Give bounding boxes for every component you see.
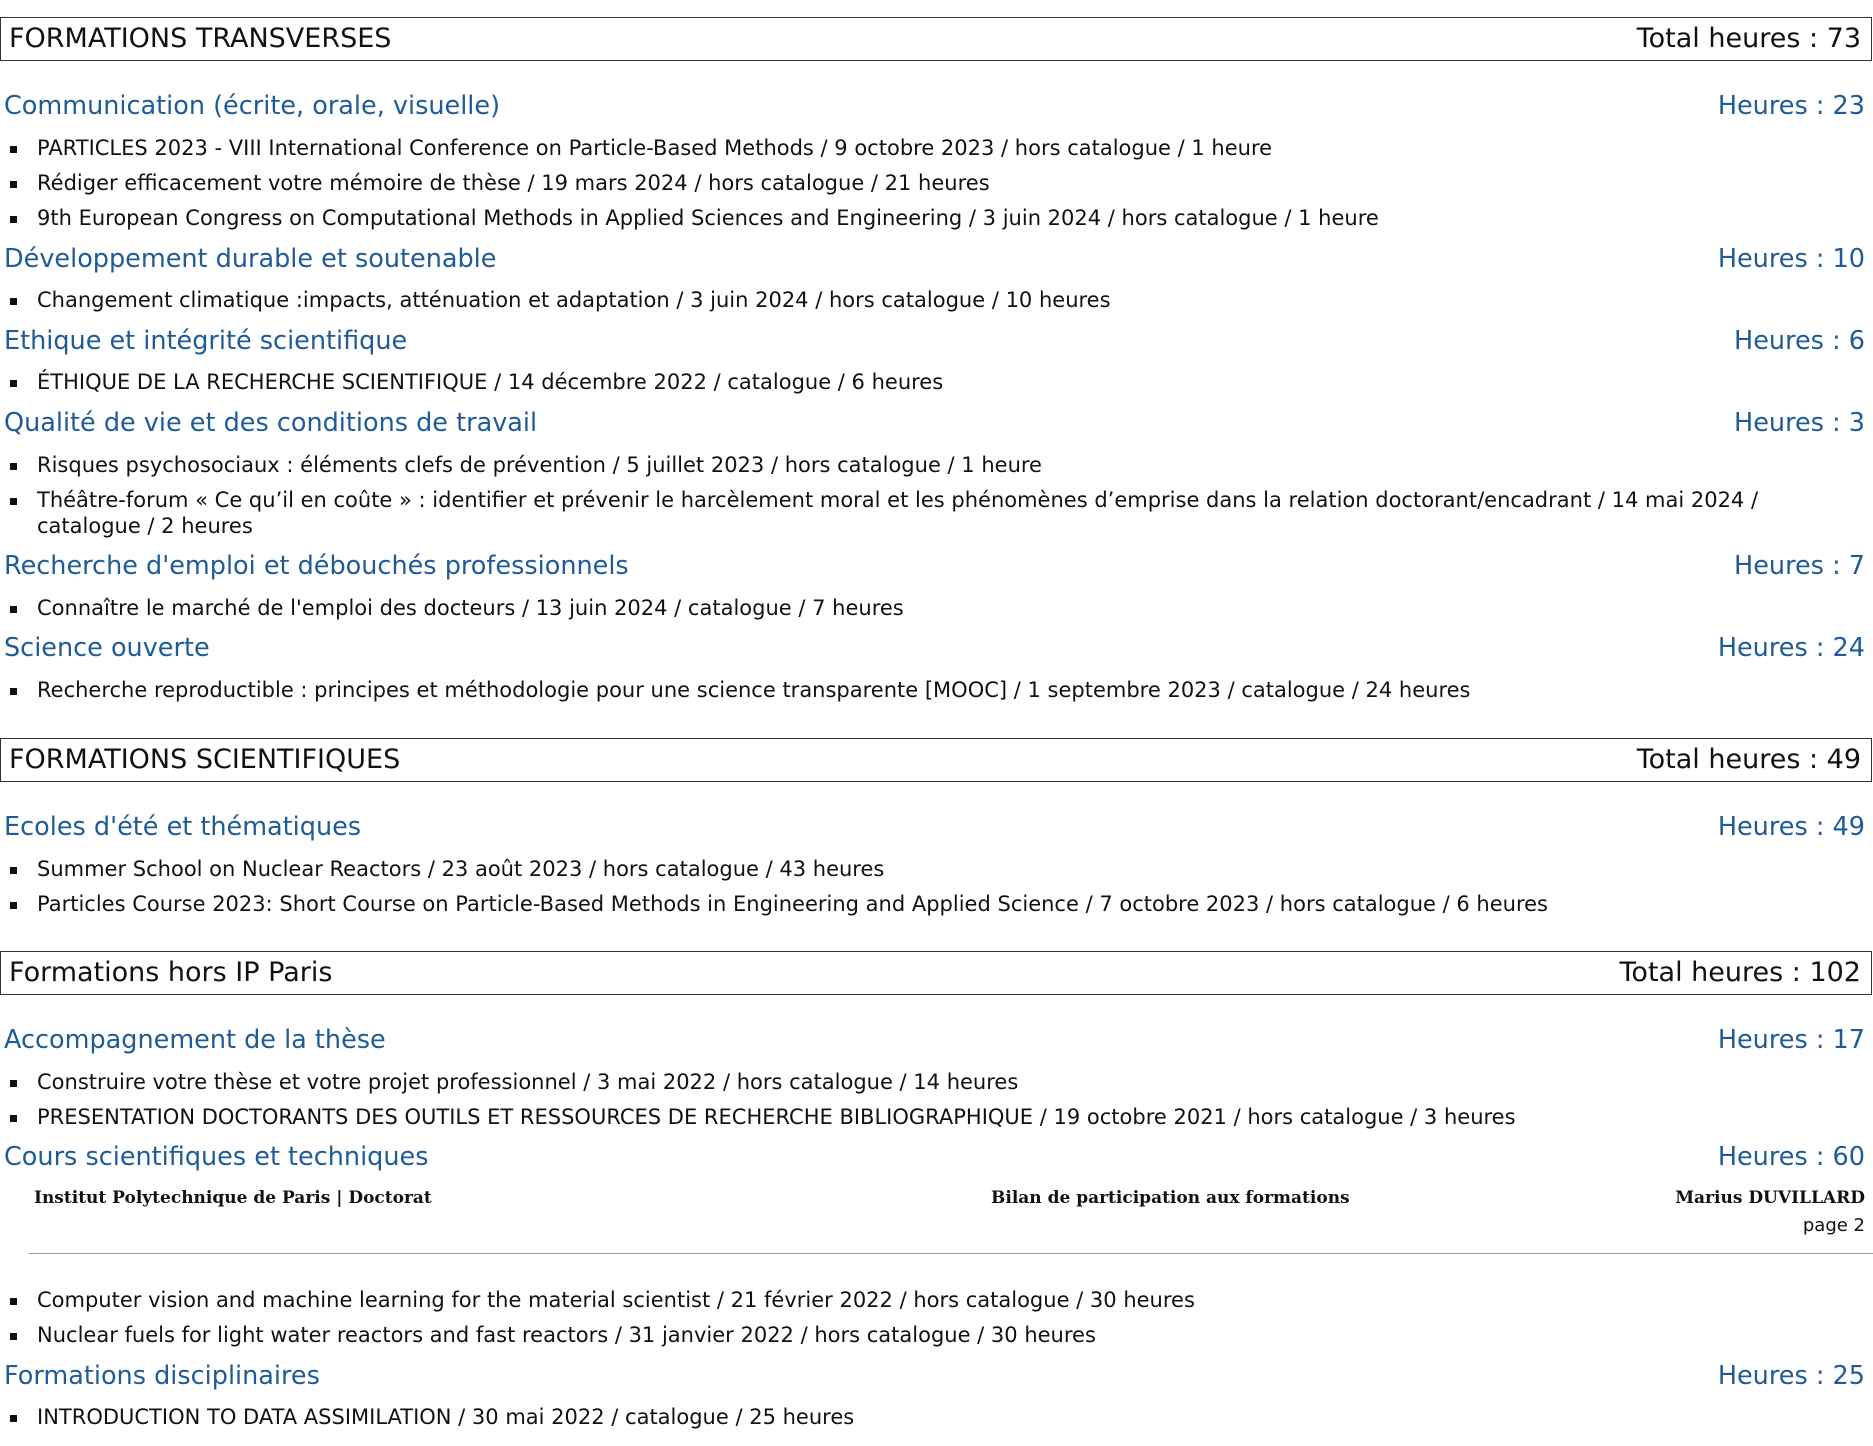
category-hours: Heures : 60 xyxy=(1717,1142,1865,1172)
list-item: PARTICLES 2023 - VIII International Conf… xyxy=(8,135,1861,161)
bullet-icon xyxy=(10,606,17,613)
bullet-icon xyxy=(10,380,17,387)
category-hours: Heures : 3 xyxy=(1734,408,1865,438)
item-text: Changement climatique :impacts, atténuat… xyxy=(37,288,1111,312)
category-title: Communication (écrite, orale, visuelle) xyxy=(4,91,501,121)
footer-institution: Institut Polytechnique de Paris | Doctor… xyxy=(34,1188,432,1208)
list-item: Construire votre thèse et votre projet p… xyxy=(8,1069,1861,1095)
item-text: Théâtre-forum « Ce qu’il en coûte » : id… xyxy=(37,488,1759,538)
list-item: 9th European Congress on Computational M… xyxy=(8,205,1861,231)
bullet-icon xyxy=(10,1298,17,1305)
list-item: Changement climatique :impacts, atténuat… xyxy=(8,287,1861,313)
category-title: Ethique et intégrité scientifique xyxy=(4,326,408,356)
item-text: ÉTHIQUE DE LA RECHERCHE SCIENTIFIQUE / 1… xyxy=(37,370,944,394)
section-total-hours: Total heures : 49 xyxy=(1636,744,1861,775)
footer-person: Marius DUVILLARD xyxy=(1675,1188,1865,1208)
list-item: Nuclear fuels for light water reactors a… xyxy=(8,1322,1861,1348)
list-item: Risques psychosociaux : éléments clefs d… xyxy=(8,452,1861,478)
list-item: Connaître le marché de l'emploi des doct… xyxy=(8,595,1861,621)
footer-document-title: Bilan de participation aux formations xyxy=(991,1188,1350,1208)
bullet-icon xyxy=(10,146,17,153)
bullet-icon xyxy=(10,216,17,223)
item-text: Summer School on Nuclear Reactors / 23 a… xyxy=(37,857,885,881)
section-total-hours: Total heures : 73 xyxy=(1636,23,1861,54)
category-title: Ecoles d'été et thématiques xyxy=(4,812,362,842)
bullet-icon xyxy=(10,498,17,505)
category-title: Science ouverte xyxy=(4,633,210,663)
section-header-transverses: FORMATIONS TRANSVERSES Total heures : 73 xyxy=(0,17,1872,61)
item-text: Risques psychosociaux : éléments clefs d… xyxy=(37,453,1042,477)
footer-page-number: page 2 xyxy=(1802,1215,1865,1236)
list-item: Computer vision and machine learning for… xyxy=(8,1287,1861,1313)
section-title: Formations hors IP Paris xyxy=(9,957,333,988)
category-hours: Heures : 17 xyxy=(1717,1025,1865,1055)
category-title: Accompagnement de la thèse xyxy=(4,1025,386,1055)
bullet-icon xyxy=(10,902,17,909)
item-text: Rédiger efficacement votre mémoire de th… xyxy=(37,171,990,195)
list-item: Rédiger efficacement votre mémoire de th… xyxy=(8,170,1861,196)
bullet-icon xyxy=(10,298,17,305)
bullet-icon xyxy=(10,1115,17,1122)
section-header-scientifiques: FORMATIONS SCIENTIFIQUES Total heures : … xyxy=(0,738,1872,782)
bullet-icon xyxy=(10,867,17,874)
footer-divider xyxy=(29,1253,1873,1254)
item-text: Particles Course 2023: Short Course on P… xyxy=(37,892,1548,916)
item-text: INTRODUCTION TO DATA ASSIMILATION / 30 m… xyxy=(37,1405,855,1429)
bullet-icon xyxy=(10,1415,17,1422)
category-title: Qualité de vie et des conditions de trav… xyxy=(4,408,538,438)
category-hours: Heures : 25 xyxy=(1717,1361,1865,1391)
category-hours: Heures : 10 xyxy=(1717,244,1865,274)
list-item: INTRODUCTION TO DATA ASSIMILATION / 30 m… xyxy=(8,1404,1861,1430)
list-item: Summer School on Nuclear Reactors / 23 a… xyxy=(8,856,1861,882)
item-text: Recherche reproductible : principes et m… xyxy=(37,678,1471,702)
category-title: Cours scientifiques et techniques xyxy=(4,1142,429,1172)
list-item: Particles Course 2023: Short Course on P… xyxy=(8,891,1861,917)
list-item: ÉTHIQUE DE LA RECHERCHE SCIENTIFIQUE / 1… xyxy=(8,369,1861,395)
category-hours: Heures : 6 xyxy=(1734,326,1865,356)
section-total-hours: Total heures : 102 xyxy=(1619,957,1861,988)
bullet-icon xyxy=(10,1080,17,1087)
item-text: Computer vision and machine learning for… xyxy=(37,1288,1195,1312)
category-title: Développement durable et soutenable xyxy=(4,244,497,274)
section-title: FORMATIONS TRANSVERSES xyxy=(9,23,392,54)
list-item: Théâtre-forum « Ce qu’il en coûte » : id… xyxy=(8,487,1861,539)
list-item: Recherche reproductible : principes et m… xyxy=(8,677,1861,703)
category-title: Formations disciplinaires xyxy=(4,1361,320,1391)
category-hours: Heures : 23 xyxy=(1717,91,1865,121)
bullet-icon xyxy=(10,1333,17,1340)
item-text: PRESENTATION DOCTORANTS DES OUTILS ET RE… xyxy=(37,1105,1516,1129)
section-header-hors-ip-paris: Formations hors IP Paris Total heures : … xyxy=(0,951,1872,995)
list-item: PRESENTATION DOCTORANTS DES OUTILS ET RE… xyxy=(8,1104,1861,1130)
bullet-icon xyxy=(10,463,17,470)
category-hours: Heures : 7 xyxy=(1734,551,1865,581)
category-title: Recherche d'emploi et débouchés professi… xyxy=(4,551,629,581)
bullet-icon xyxy=(10,181,17,188)
item-text: Connaître le marché de l'emploi des doct… xyxy=(37,596,904,620)
item-text: Nuclear fuels for light water reactors a… xyxy=(37,1323,1096,1347)
bullet-icon xyxy=(10,688,17,695)
item-text: Construire votre thèse et votre projet p… xyxy=(37,1070,1019,1094)
item-text: PARTICLES 2023 - VIII International Conf… xyxy=(37,136,1273,160)
item-text: 9th European Congress on Computational M… xyxy=(37,206,1379,230)
category-hours: Heures : 24 xyxy=(1717,633,1865,663)
section-title: FORMATIONS SCIENTIFIQUES xyxy=(9,744,401,775)
category-hours: Heures : 49 xyxy=(1717,812,1865,842)
